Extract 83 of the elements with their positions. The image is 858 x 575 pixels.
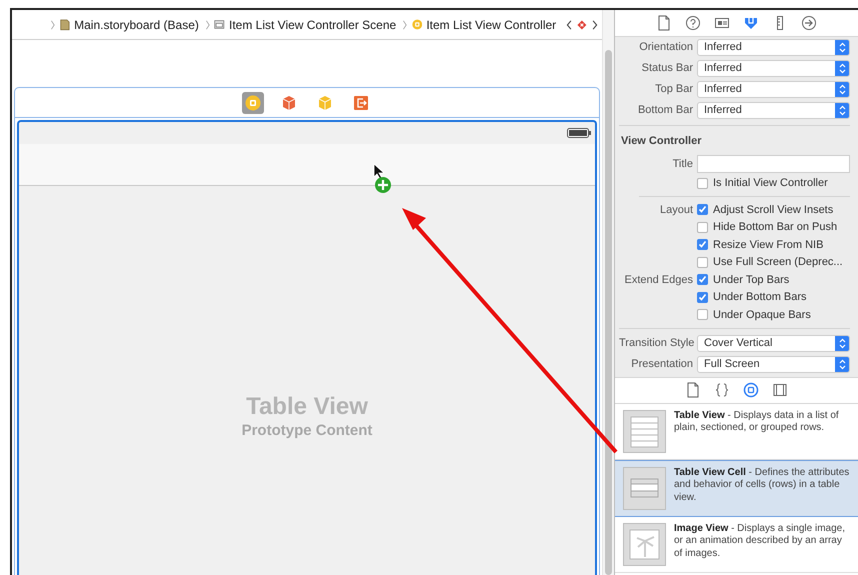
updown-arrows-icon [838, 63, 846, 74]
film-icon [772, 382, 788, 398]
library-tab[interactable] [685, 382, 701, 398]
braces-icon [714, 382, 730, 398]
chevron-icon [402, 18, 408, 32]
inspector-tab[interactable] [685, 15, 701, 31]
field-label: Transition Style [619, 336, 696, 351]
view-controller-icon [245, 94, 261, 110]
help-icon [685, 15, 701, 31]
field-label: Extend Edges [624, 272, 694, 288]
field-label: Status Bar [640, 61, 694, 76]
checkbox-label: Resize View From NIB [713, 238, 824, 252]
inspector-tab[interactable] [801, 15, 817, 31]
battery-icon [567, 128, 591, 138]
inspector-tab[interactable] [743, 15, 759, 31]
popup-button[interactable]: Inferred [697, 102, 850, 119]
chevron-right-icon[interactable] [591, 18, 598, 32]
view-controller-icon [412, 17, 422, 32]
checkbox[interactable] [697, 292, 708, 303]
updown-arrows-icon [838, 358, 846, 370]
breadcrumb-item[interactable]: Main.storyboard (Base) [74, 16, 199, 34]
connections-icon [801, 15, 817, 31]
field-label: Bottom Bar [636, 103, 694, 118]
breadcrumb-item[interactable]: Item List View Controller [426, 16, 556, 34]
inspector-tab[interactable] [714, 15, 730, 31]
cube-icon [281, 94, 297, 110]
checkbox[interactable] [697, 178, 708, 189]
table-view-subtitle: Prototype Content [240, 421, 374, 442]
popup-button[interactable]: Cover Vertical [697, 334, 850, 352]
title-input-field[interactable] [697, 155, 850, 173]
checkbox-label: Under Bottom Bars [713, 290, 807, 305]
popup-button[interactable]: Full Screen [697, 356, 850, 372]
identity-card-icon [714, 15, 730, 31]
add-icon [375, 177, 391, 193]
image-view-icon [627, 526, 662, 562]
library-item[interactable]: Table View - Displays data in a list of plain, sectioned, or grouped rows. [615, 404, 858, 460]
object-icon [743, 382, 759, 398]
table-view-title: Table View [245, 394, 369, 420]
chevron-icon [50, 18, 56, 32]
checkbox-label: Adjust Scroll View Insets [713, 202, 834, 218]
checkbox-label: Under Top Bars [713, 272, 790, 288]
checkbox-label: Under Opaque Bars [713, 308, 811, 322]
cube-icon [317, 94, 333, 110]
popup-button[interactable]: Inferred [697, 39, 850, 56]
file-icon [685, 382, 701, 398]
checkbox[interactable] [697, 256, 708, 268]
checkbox-label: Use Full Screen (Deprec... [713, 255, 843, 270]
library-tab[interactable] [772, 382, 788, 398]
chevron-left-icon[interactable] [566, 18, 574, 32]
checkbox-label: Hide Bottom Bar on Push [713, 220, 838, 235]
field-label: Presentation [630, 356, 694, 372]
popup-button[interactable]: Inferred [697, 81, 850, 98]
library-item[interactable]: Image View - Displays a single image, or an animation described by an array of images. [615, 516, 858, 572]
dock-item[interactable] [242, 92, 264, 114]
chevron-icon [204, 18, 210, 32]
library-item[interactable]: Table View Cell - Defines the attributes and behavior of cells (rows) in a table view. [615, 460, 858, 516]
popup-button[interactable]: Inferred [697, 60, 850, 77]
field-label: Top Bar [654, 82, 694, 98]
inspector-tab[interactable] [656, 15, 672, 31]
file-icon [656, 15, 672, 31]
checkbox[interactable] [697, 309, 708, 320]
attributes-icon [743, 15, 759, 31]
field-label: Orientation [638, 40, 694, 56]
breadcrumb-item[interactable]: Item List View Controller Scene [229, 16, 396, 34]
updown-arrows-icon [838, 42, 846, 53]
section-heading: View Controller [620, 134, 702, 149]
error-icon[interactable] [577, 18, 587, 32]
checkbox[interactable] [697, 222, 708, 233]
checkbox[interactable] [697, 274, 708, 286]
exit-icon [353, 94, 369, 110]
checkbox[interactable] [697, 239, 708, 250]
checkbox-label: Is Initial View Controller [713, 176, 828, 191]
updown-arrows-icon [838, 338, 846, 348]
updown-arrows-icon [838, 105, 846, 116]
scrollbar-thumb[interactable] [605, 50, 612, 575]
updown-arrows-icon [838, 84, 846, 95]
library-tab[interactable] [743, 382, 759, 398]
field-label: Title [672, 156, 694, 172]
library-tab[interactable] [714, 382, 730, 398]
storyboard-file-icon [60, 17, 70, 32]
cursor-icon [374, 163, 386, 180]
field-label: Layout [658, 202, 694, 218]
checkbox[interactable] [697, 204, 708, 216]
